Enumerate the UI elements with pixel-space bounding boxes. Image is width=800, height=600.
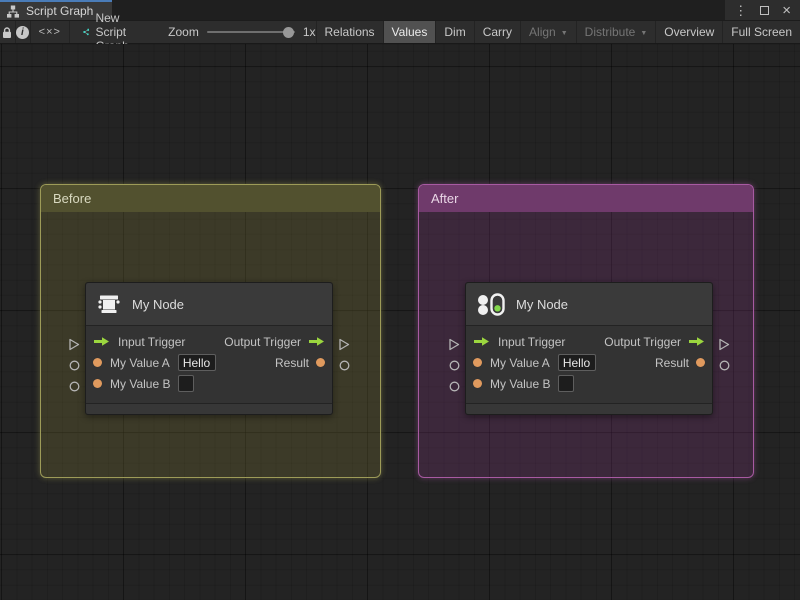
port-label: Output Trigger xyxy=(604,334,681,349)
toggle-icon xyxy=(478,292,505,316)
node-footer xyxy=(86,403,332,414)
zoom-slider[interactable] xyxy=(206,26,295,38)
port-label: Result xyxy=(274,355,309,370)
machine-icon xyxy=(98,295,120,313)
overview-button[interactable]: Overview xyxy=(656,21,722,43)
port-label: Input Trigger xyxy=(118,334,186,349)
script-graph-icon xyxy=(83,28,90,36)
distribute-dropdown[interactable]: Distribute ▼ xyxy=(577,21,656,43)
node-body: Input Trigger Output Trigger My Value A … xyxy=(86,326,332,394)
node-my-node-before[interactable]: My Node Input Trigger Output Trigger My … xyxy=(69,282,350,415)
values-button[interactable]: Values xyxy=(383,21,436,43)
value-b-input[interactable] xyxy=(178,375,195,392)
graph-hierarchy-icon xyxy=(7,5,19,18)
value-port-icon[interactable] xyxy=(316,358,325,367)
value-output-port-icon[interactable] xyxy=(719,360,730,371)
node-my-node-after[interactable]: My Node Input Trigger Output Trigger My … xyxy=(449,282,730,415)
group-before-header[interactable]: Before xyxy=(41,185,380,212)
value-output-port-icon[interactable] xyxy=(339,360,350,371)
port-row-value-a: My Value A Result xyxy=(466,352,712,373)
value-input-port-icon[interactable] xyxy=(449,360,460,371)
lock-icon xyxy=(3,26,12,38)
flow-input-port-icon[interactable] xyxy=(448,338,460,351)
node-header[interactable]: My Node xyxy=(86,283,332,326)
port-row-value-a: My Value A Result xyxy=(86,352,332,373)
relations-button[interactable]: Relations xyxy=(317,21,383,43)
value-a-input[interactable] xyxy=(177,354,216,371)
graph-asset-label[interactable]: New Script Graph xyxy=(70,11,154,53)
dim-button[interactable]: Dim xyxy=(436,21,473,43)
port-row-triggers: Input Trigger Output Trigger xyxy=(466,331,712,352)
maximize-icon[interactable] xyxy=(760,5,770,15)
window-controls: ⋮ × xyxy=(725,0,800,20)
zoom-slider-handle[interactable] xyxy=(282,26,294,38)
group-title: Before xyxy=(53,191,92,206)
flow-output-port-icon[interactable] xyxy=(338,338,350,351)
tab-title: Script Graph xyxy=(26,4,94,18)
fullscreen-button[interactable]: Full Screen xyxy=(723,21,800,43)
node-footer xyxy=(466,403,712,414)
info-button[interactable]: i xyxy=(15,21,30,43)
graph-canvas[interactable]: Before After My Node Input Trigger Outpu… xyxy=(0,44,800,600)
port-label: Output Trigger xyxy=(224,334,301,349)
zoom-label: Zoom xyxy=(168,25,199,39)
value-input-port-icon[interactable] xyxy=(449,381,460,392)
port-label: Result xyxy=(654,355,689,370)
value-port-icon[interactable] xyxy=(473,358,482,367)
toolbar-right-buttons: Relations Values Dim Carry Align ▼ Distr… xyxy=(315,21,800,43)
port-label: Input Trigger xyxy=(498,334,566,349)
flow-output-port-icon[interactable] xyxy=(718,338,730,351)
group-title: After xyxy=(431,191,459,206)
flow-input-port-icon[interactable] xyxy=(68,338,80,351)
align-dropdown[interactable]: Align ▼ xyxy=(521,21,576,43)
value-input-port-icon[interactable] xyxy=(69,360,80,371)
group-after-header[interactable]: After xyxy=(419,185,753,212)
value-port-icon[interactable] xyxy=(696,358,705,367)
node-body: Input Trigger Output Trigger My Value A … xyxy=(466,326,712,394)
code-view-icon: <×> xyxy=(38,26,61,38)
port-label: My Value A xyxy=(110,355,170,370)
zoom-value: 1x xyxy=(302,25,316,39)
value-a-input[interactable] xyxy=(557,354,596,371)
lock-button[interactable] xyxy=(0,21,15,43)
node-title: My Node xyxy=(516,296,569,312)
graph-toolbar: i <×> New Script Graph Zoom 1x Relations… xyxy=(0,11,800,53)
port-label: My Value B xyxy=(490,376,551,391)
port-label: My Value B xyxy=(110,376,171,391)
flow-arrow-icon[interactable] xyxy=(93,336,110,347)
code-view-button[interactable]: <×> xyxy=(30,21,69,43)
zoom-control: Zoom 1x xyxy=(154,21,315,43)
carry-button[interactable]: Carry xyxy=(475,21,520,43)
port-row-triggers: Input Trigger Output Trigger xyxy=(86,331,332,352)
value-input-port-icon[interactable] xyxy=(69,381,80,392)
node-header[interactable]: My Node xyxy=(466,283,712,326)
value-b-input[interactable] xyxy=(558,375,575,392)
port-label: My Value A xyxy=(490,355,550,370)
node-title: My Node xyxy=(132,296,185,312)
info-icon: i xyxy=(15,25,29,39)
flow-arrow-icon[interactable] xyxy=(688,336,705,347)
value-port-icon[interactable] xyxy=(93,358,102,367)
window-menu-icon[interactable]: ⋮ xyxy=(734,4,747,17)
flow-arrow-icon[interactable] xyxy=(473,336,490,347)
chevron-down-icon: ▼ xyxy=(640,29,648,37)
chevron-down-icon: ▼ xyxy=(560,29,568,37)
port-row-value-b: My Value B xyxy=(86,373,332,394)
value-port-icon[interactable] xyxy=(93,379,102,388)
close-icon[interactable]: × xyxy=(782,3,791,18)
value-port-icon[interactable] xyxy=(473,379,482,388)
flow-arrow-icon[interactable] xyxy=(308,336,325,347)
port-row-value-b: My Value B xyxy=(466,373,712,394)
